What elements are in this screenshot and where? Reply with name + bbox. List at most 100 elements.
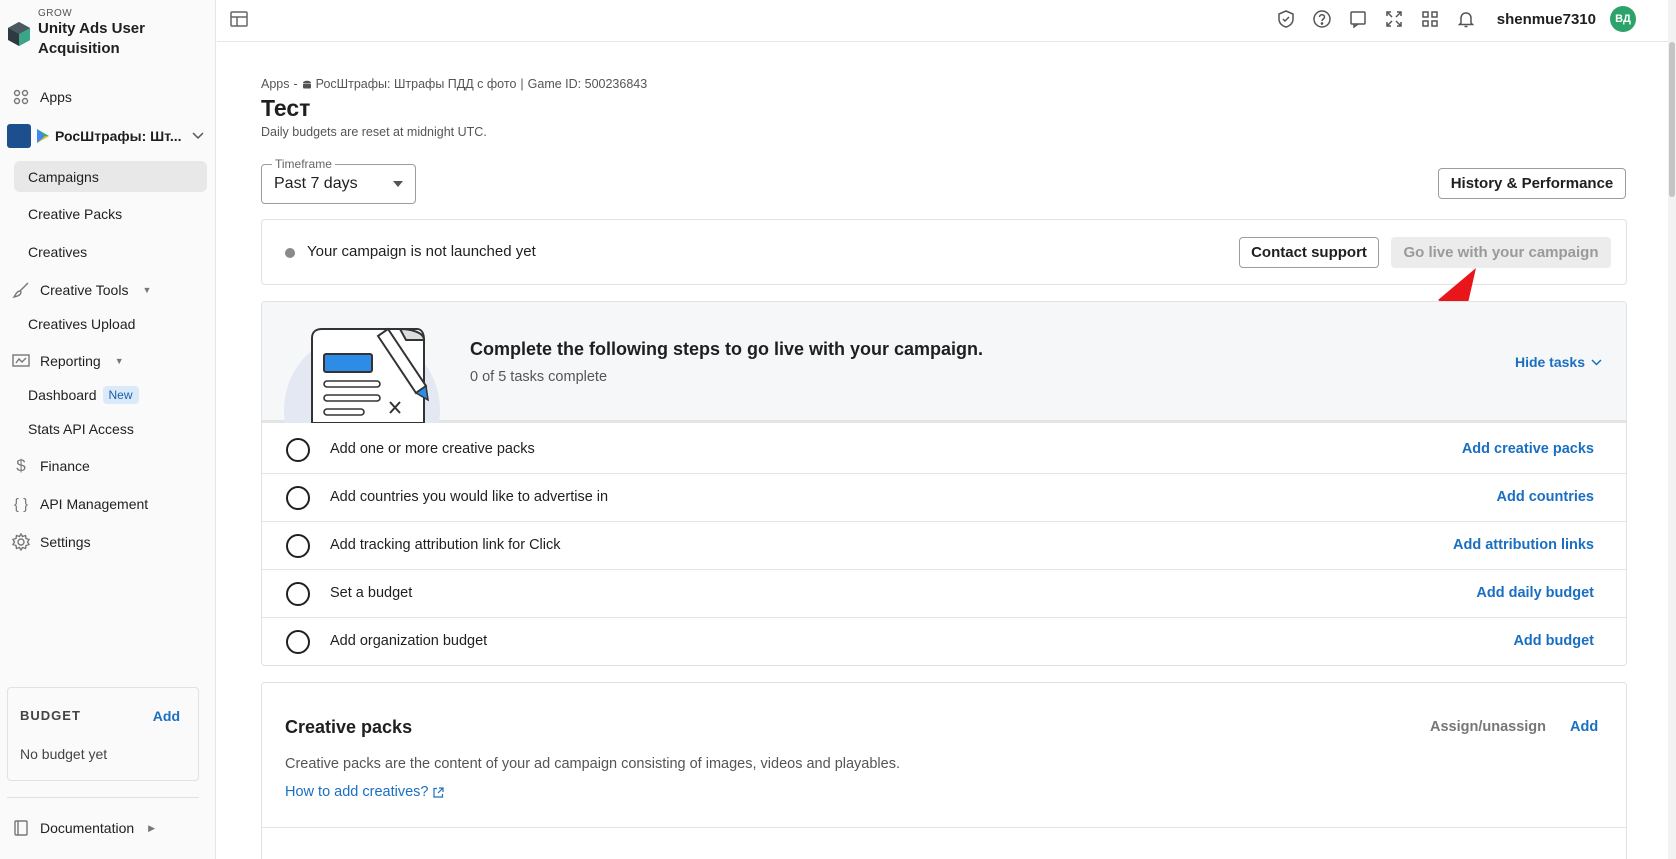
sidebar: GROW Unity Ads User Acquisition Apps Рос… — [0, 0, 216, 859]
app-thumbnail — [7, 124, 31, 148]
nav-reporting[interactable]: Reporting ▼ — [12, 346, 124, 376]
topbar: shenmue7310 ВД — [217, 0, 1676, 42]
budget-add-button[interactable]: Add — [153, 708, 180, 724]
android-icon — [302, 80, 311, 89]
task-action-link[interactable]: Add budget — [1513, 633, 1594, 649]
task-checkbox[interactable] — [286, 438, 310, 462]
nav-documentation[interactable]: Documentation ▶ — [12, 813, 155, 843]
task-action-link[interactable]: Add attribution links — [1453, 537, 1594, 553]
fullscreen-icon[interactable] — [1383, 8, 1405, 30]
task-action-link[interactable]: Add countries — [1497, 489, 1594, 505]
budget-title: BUDGET — [20, 708, 81, 723]
braces-icon: { } — [13, 495, 29, 513]
steps-title: Complete the following steps to go live … — [470, 339, 984, 359]
hide-tasks-label: Hide tasks — [1514, 354, 1585, 370]
page-title: Тест — [261, 95, 311, 121]
chevron-down-icon — [1591, 358, 1602, 366]
external-link-icon — [433, 786, 445, 798]
task-action-link[interactable]: Add daily budget — [1476, 585, 1594, 601]
task-label: Set a budget — [330, 585, 413, 601]
task-row: Add tracking attribution link for Click … — [262, 522, 1626, 570]
scrollbar[interactable] — [1668, 0, 1676, 859]
sidebar-item-dashboard[interactable]: Dashboard New — [14, 379, 207, 410]
chevron-down-icon — [192, 132, 204, 140]
task-action-link[interactable]: Add creative packs — [1462, 441, 1594, 457]
assign-unassign-button[interactable]: Assign/unassign — [1430, 719, 1546, 735]
brand[interactable]: GROW Unity Ads User Acquisition — [8, 8, 188, 59]
campaign-status-card: Your campaign is not launched yet Contac… — [261, 219, 1627, 285]
sidebar-item-campaigns[interactable]: Campaigns — [14, 161, 207, 192]
timeframe-label: Timeframe — [272, 157, 335, 171]
status-text: Your campaign is not launched yet — [307, 243, 536, 260]
go-live-steps-card: Complete the following steps to go live … — [261, 301, 1627, 666]
how-to-add-creatives-link[interactable]: How to add creatives? — [285, 784, 445, 800]
breadcrumb-game-id: Game ID: 500236843 — [527, 77, 648, 91]
nav-reporting-label: Reporting — [40, 353, 101, 369]
sidebar-item-creatives[interactable]: Creatives — [14, 236, 207, 267]
nav-apps-label: Apps — [40, 89, 72, 105]
paintbrush-icon — [12, 281, 30, 299]
breadcrumb-separator: - — [293, 77, 298, 91]
sidebar-item-creatives-upload[interactable]: Creatives Upload — [14, 308, 207, 339]
nav-settings-label: Settings — [40, 534, 91, 550]
how-to-add-creatives-label: How to add creatives? — [285, 784, 429, 800]
nav-finance-label: Finance — [40, 458, 90, 474]
shield-check-icon[interactable] — [1275, 8, 1297, 30]
dropdown-caret-icon — [393, 181, 403, 187]
bell-icon[interactable] — [1455, 8, 1477, 30]
breadcrumb-divider: | — [520, 77, 524, 91]
caret-right-icon: ▶ — [148, 822, 156, 833]
task-checkbox[interactable] — [286, 630, 310, 654]
avatar[interactable]: ВД — [1610, 6, 1636, 32]
sidebar-item-stats-api[interactable]: Stats API Access — [14, 413, 207, 444]
breadcrumb-apps[interactable]: Apps — [261, 77, 290, 91]
task-checkbox[interactable] — [286, 582, 310, 606]
task-row: Add one or more creative packs Add creat… — [262, 426, 1626, 474]
nav-creative-tools[interactable]: Creative Tools ▼ — [12, 275, 151, 305]
packs-description: Creative packs are the content of your a… — [285, 756, 900, 772]
nav-apps[interactable]: Apps — [12, 82, 72, 112]
timeframe-select[interactable]: Timeframe Past 7 days — [261, 157, 416, 204]
nav-documentation-label: Documentation — [40, 820, 135, 836]
scrollbar-thumb[interactable] — [1669, 42, 1675, 197]
page-subtitle: Daily budgets are reset at midnight UTC. — [261, 125, 487, 139]
brand-title: Unity Ads User Acquisition — [38, 20, 145, 57]
topbar-actions: shenmue7310 ВД — [1275, 6, 1636, 32]
feedback-icon[interactable] — [1347, 8, 1369, 30]
caret-down-icon: ▼ — [114, 356, 124, 366]
task-checkbox[interactable] — [286, 534, 310, 558]
dollar-icon: $ — [16, 456, 26, 475]
packs-divider — [262, 827, 1626, 828]
nav-settings[interactable]: Settings — [12, 527, 91, 557]
nav-creative-tools-label: Creative Tools — [40, 282, 129, 298]
new-badge: New — [102, 385, 139, 404]
steps-header: Complete the following steps to go live … — [262, 302, 1626, 423]
username[interactable]: shenmue7310 — [1497, 11, 1596, 28]
brand-small: GROW — [38, 8, 73, 19]
sidebar-item-creative-packs[interactable]: Creative Packs — [14, 198, 207, 229]
task-row: Set a budget Add daily budget — [262, 570, 1626, 618]
timeframe-value: Past 7 days — [274, 175, 358, 192]
status-dot-icon — [285, 248, 295, 258]
task-label: Add one or more creative packs — [330, 441, 535, 457]
contact-support-button[interactable]: Contact support — [1239, 237, 1379, 268]
nav-api-management[interactable]: { } API Management — [12, 489, 148, 519]
breadcrumb: Apps - РосШтрафы: Штрафы ПДД с фото | Ga… — [261, 77, 647, 91]
sidebar-item-dashboard-label: Dashboard — [28, 386, 97, 403]
task-checkbox[interactable] — [286, 486, 310, 510]
nav-finance[interactable]: $ Finance — [12, 451, 90, 481]
go-live-button[interactable]: Go live with your campaign — [1391, 237, 1611, 268]
help-icon[interactable] — [1311, 8, 1333, 30]
task-row: Add organization budget Add budget — [262, 618, 1626, 665]
caret-down-icon: ▼ — [142, 285, 152, 295]
app-grid-icon[interactable] — [1419, 8, 1441, 30]
nav-app-selector[interactable]: РосШтрафы: Шт... — [7, 121, 204, 151]
apps-grid-icon — [12, 88, 30, 106]
add-pack-button[interactable]: Add — [1570, 719, 1598, 735]
sidebar-divider — [7, 797, 199, 798]
history-performance-button[interactable]: History & Performance — [1438, 168, 1626, 199]
sidebar-toggle-icon[interactable] — [229, 9, 249, 29]
app-selector-label: РосШтрафы: Шт... — [55, 128, 182, 144]
breadcrumb-app[interactable]: РосШтрафы: Штрафы ПДД с фото — [316, 77, 517, 91]
hide-tasks-button[interactable]: Hide tasks — [1515, 354, 1602, 370]
